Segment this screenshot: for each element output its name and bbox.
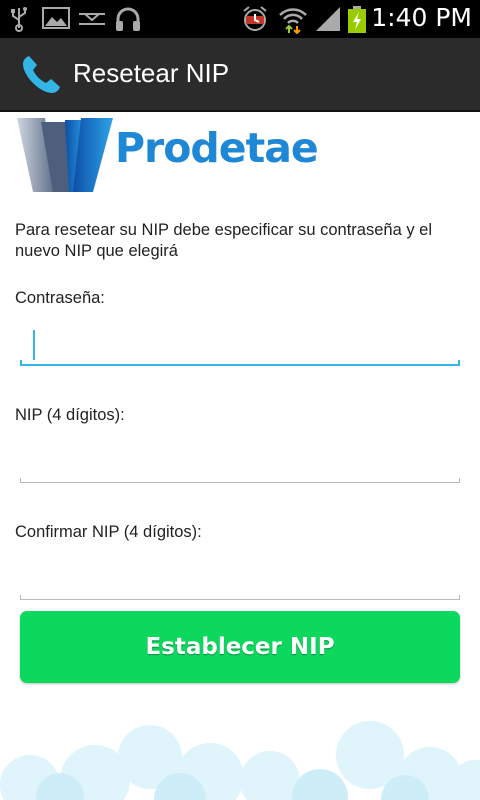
logo-mark bbox=[17, 118, 113, 192]
confirm-nip-label: Confirmar NIP (4 dígitos): bbox=[15, 523, 202, 541]
instructions-text: Para resetear su NIP debe especificar su… bbox=[15, 221, 433, 260]
page-title: Resetear NIP bbox=[73, 58, 230, 88]
text-cursor bbox=[33, 330, 35, 360]
field-tick-left bbox=[20, 595, 21, 600]
password-field[interactable] bbox=[20, 326, 460, 366]
wifi-icon bbox=[278, 6, 308, 38]
field-tick-right bbox=[459, 595, 460, 600]
nip-label: NIP (4 dígitos): bbox=[15, 406, 125, 424]
password-label: Contraseña: bbox=[15, 289, 105, 307]
status-clock: 1:40 PM bbox=[371, 3, 472, 32]
status-bar: 1:40 PM bbox=[0, 0, 480, 38]
brand-name: Prodetae bbox=[115, 124, 319, 172]
nip-field[interactable] bbox=[20, 443, 460, 483]
field-tick-right bbox=[459, 478, 460, 483]
phone-icon[interactable] bbox=[20, 52, 64, 100]
confirm-nip-field[interactable] bbox=[20, 560, 460, 600]
field-underline bbox=[20, 364, 460, 366]
usb-icon bbox=[8, 6, 30, 36]
voicemail-icon bbox=[77, 6, 107, 34]
field-underline bbox=[20, 482, 460, 483]
headset-icon bbox=[114, 6, 142, 36]
set-nip-button[interactable]: Establecer NIP bbox=[20, 611, 460, 683]
field-underline bbox=[20, 599, 460, 600]
field-tick-right bbox=[458, 360, 460, 366]
signal-icon bbox=[314, 6, 342, 36]
battery-charging-icon bbox=[346, 6, 368, 38]
image-icon bbox=[42, 6, 70, 34]
field-tick-left bbox=[20, 360, 22, 366]
clouds-decoration bbox=[0, 721, 480, 800]
action-bar: Resetear NIP bbox=[0, 38, 480, 112]
field-tick-left bbox=[20, 478, 21, 483]
alarm-icon bbox=[240, 6, 270, 36]
